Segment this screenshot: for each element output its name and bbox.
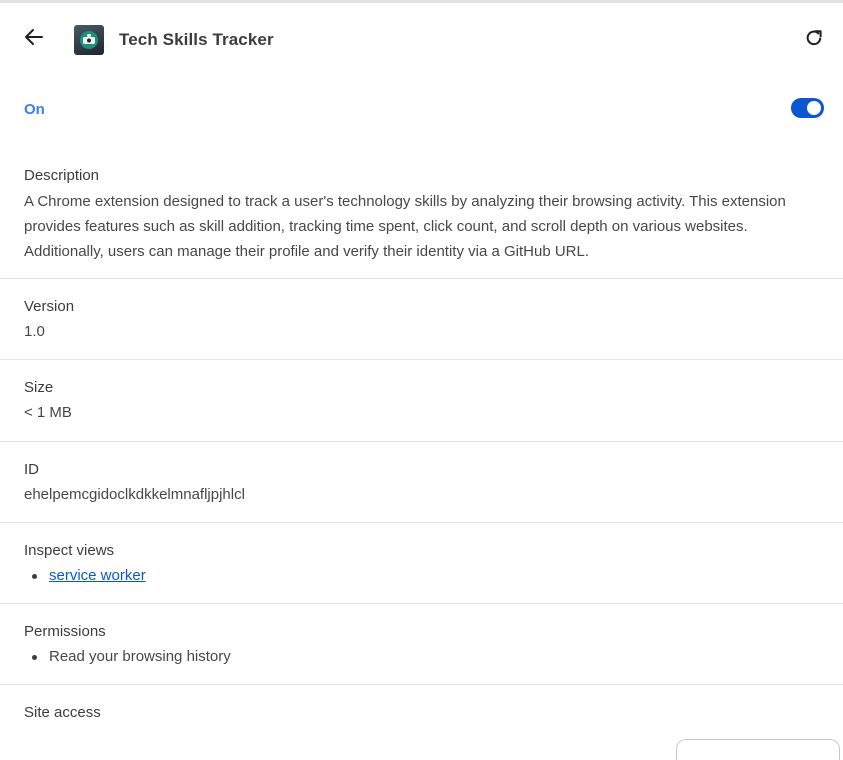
description-text: A Chrome extension designed to track a u… xyxy=(24,193,786,260)
enable-row: On xyxy=(0,85,843,133)
site-access-section: Site access xyxy=(0,685,843,747)
enable-toggle[interactable] xyxy=(791,98,824,118)
inspect-views-section: Inspect views service worker xyxy=(0,523,843,604)
id-label: ID xyxy=(24,461,39,478)
arrow-left-icon xyxy=(24,28,44,51)
extension-icon xyxy=(74,25,104,55)
site-access-dropdown[interactable] xyxy=(676,739,840,760)
size-label: Size xyxy=(24,379,54,396)
version-value: 1.0 xyxy=(24,323,45,340)
enable-status-label: On xyxy=(24,101,45,118)
reload-button[interactable] xyxy=(799,25,829,55)
version-section: Version 1.0 xyxy=(0,279,843,360)
description-label: Description xyxy=(24,167,100,184)
bullet-icon xyxy=(32,655,37,660)
size-value: < 1 MB xyxy=(24,404,72,421)
id-value: ehelpemcgidoclkdkkelmnafljpjhlcl xyxy=(24,486,245,503)
permissions-section: Permissions Read your browsing history xyxy=(0,604,843,685)
bullet-icon xyxy=(32,574,37,579)
back-button[interactable] xyxy=(16,23,52,55)
id-section: ID ehelpemcgidoclkdkkelmnafljpjhlcl xyxy=(0,442,843,523)
extension-header: Tech Skills Tracker xyxy=(0,3,843,75)
description-section: Description A Chrome extension designed … xyxy=(0,158,843,279)
extension-title: Tech Skills Tracker xyxy=(119,30,274,49)
permissions-label: Permissions xyxy=(24,623,106,640)
toggle-knob xyxy=(807,101,821,115)
size-section: Size < 1 MB xyxy=(0,360,843,442)
site-access-label: Site access xyxy=(24,704,101,721)
reload-icon xyxy=(804,28,824,53)
inspect-views-label: Inspect views xyxy=(24,542,115,559)
permission-item: Read your browsing history xyxy=(49,648,231,665)
service-worker-link[interactable]: service worker xyxy=(49,567,146,584)
version-label: Version xyxy=(24,298,75,315)
